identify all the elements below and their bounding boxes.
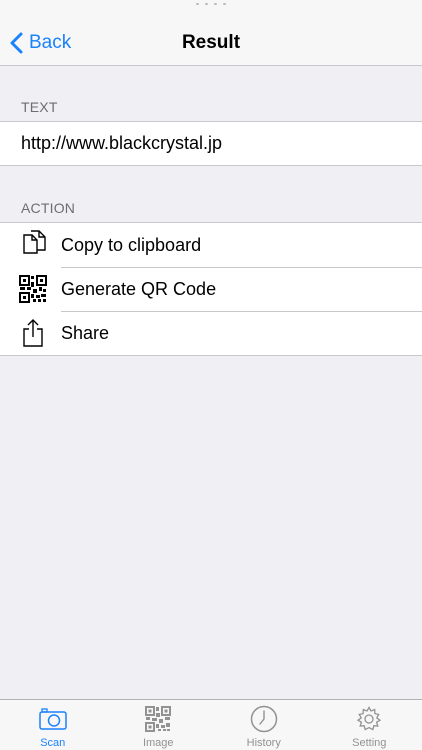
share-button[interactable]: Share [0,311,422,355]
generate-qr-code-button[interactable]: Generate QR Code [0,267,422,311]
clock-icon [249,705,279,733]
status-bar [0,0,422,12]
tab-scan-label: Scan [40,737,66,749]
tab-scan[interactable]: Scan [0,700,106,750]
text-group: http://www.blackcrystal.jp [0,121,422,166]
camera-icon [38,705,68,733]
qr-image-icon [143,705,173,733]
generate-qr-code-label: Generate QR Code [61,278,217,299]
tab-history[interactable]: History [211,700,317,750]
tab-setting[interactable]: Setting [317,700,422,750]
tab-history-label: History [246,737,281,749]
tab-image[interactable]: Image [106,700,212,750]
action-group: Copy to clipboard Generate QR Code Share [0,222,422,356]
gear-icon [354,705,384,733]
page-title: Result [181,32,241,53]
tab-setting-label: Setting [352,737,387,749]
copy-icon [17,229,49,261]
tab-image-label: Image [142,737,174,749]
navigation-bar: Back Result [0,12,422,66]
share-icon [17,317,49,349]
action-section-header: ACTION [21,200,76,216]
copy-to-clipboard-label: Copy to clipboard [61,234,202,255]
status-indicator [196,3,226,6]
scanned-text-value[interactable]: http://www.blackcrystal.jp [0,122,422,165]
qr-code-icon [17,273,49,305]
copy-to-clipboard-button[interactable]: Copy to clipboard [0,223,422,267]
share-label: Share [61,322,110,343]
text-section-header: TEXT [21,99,58,115]
tab-bar: Scan Image History Setting [0,699,422,750]
